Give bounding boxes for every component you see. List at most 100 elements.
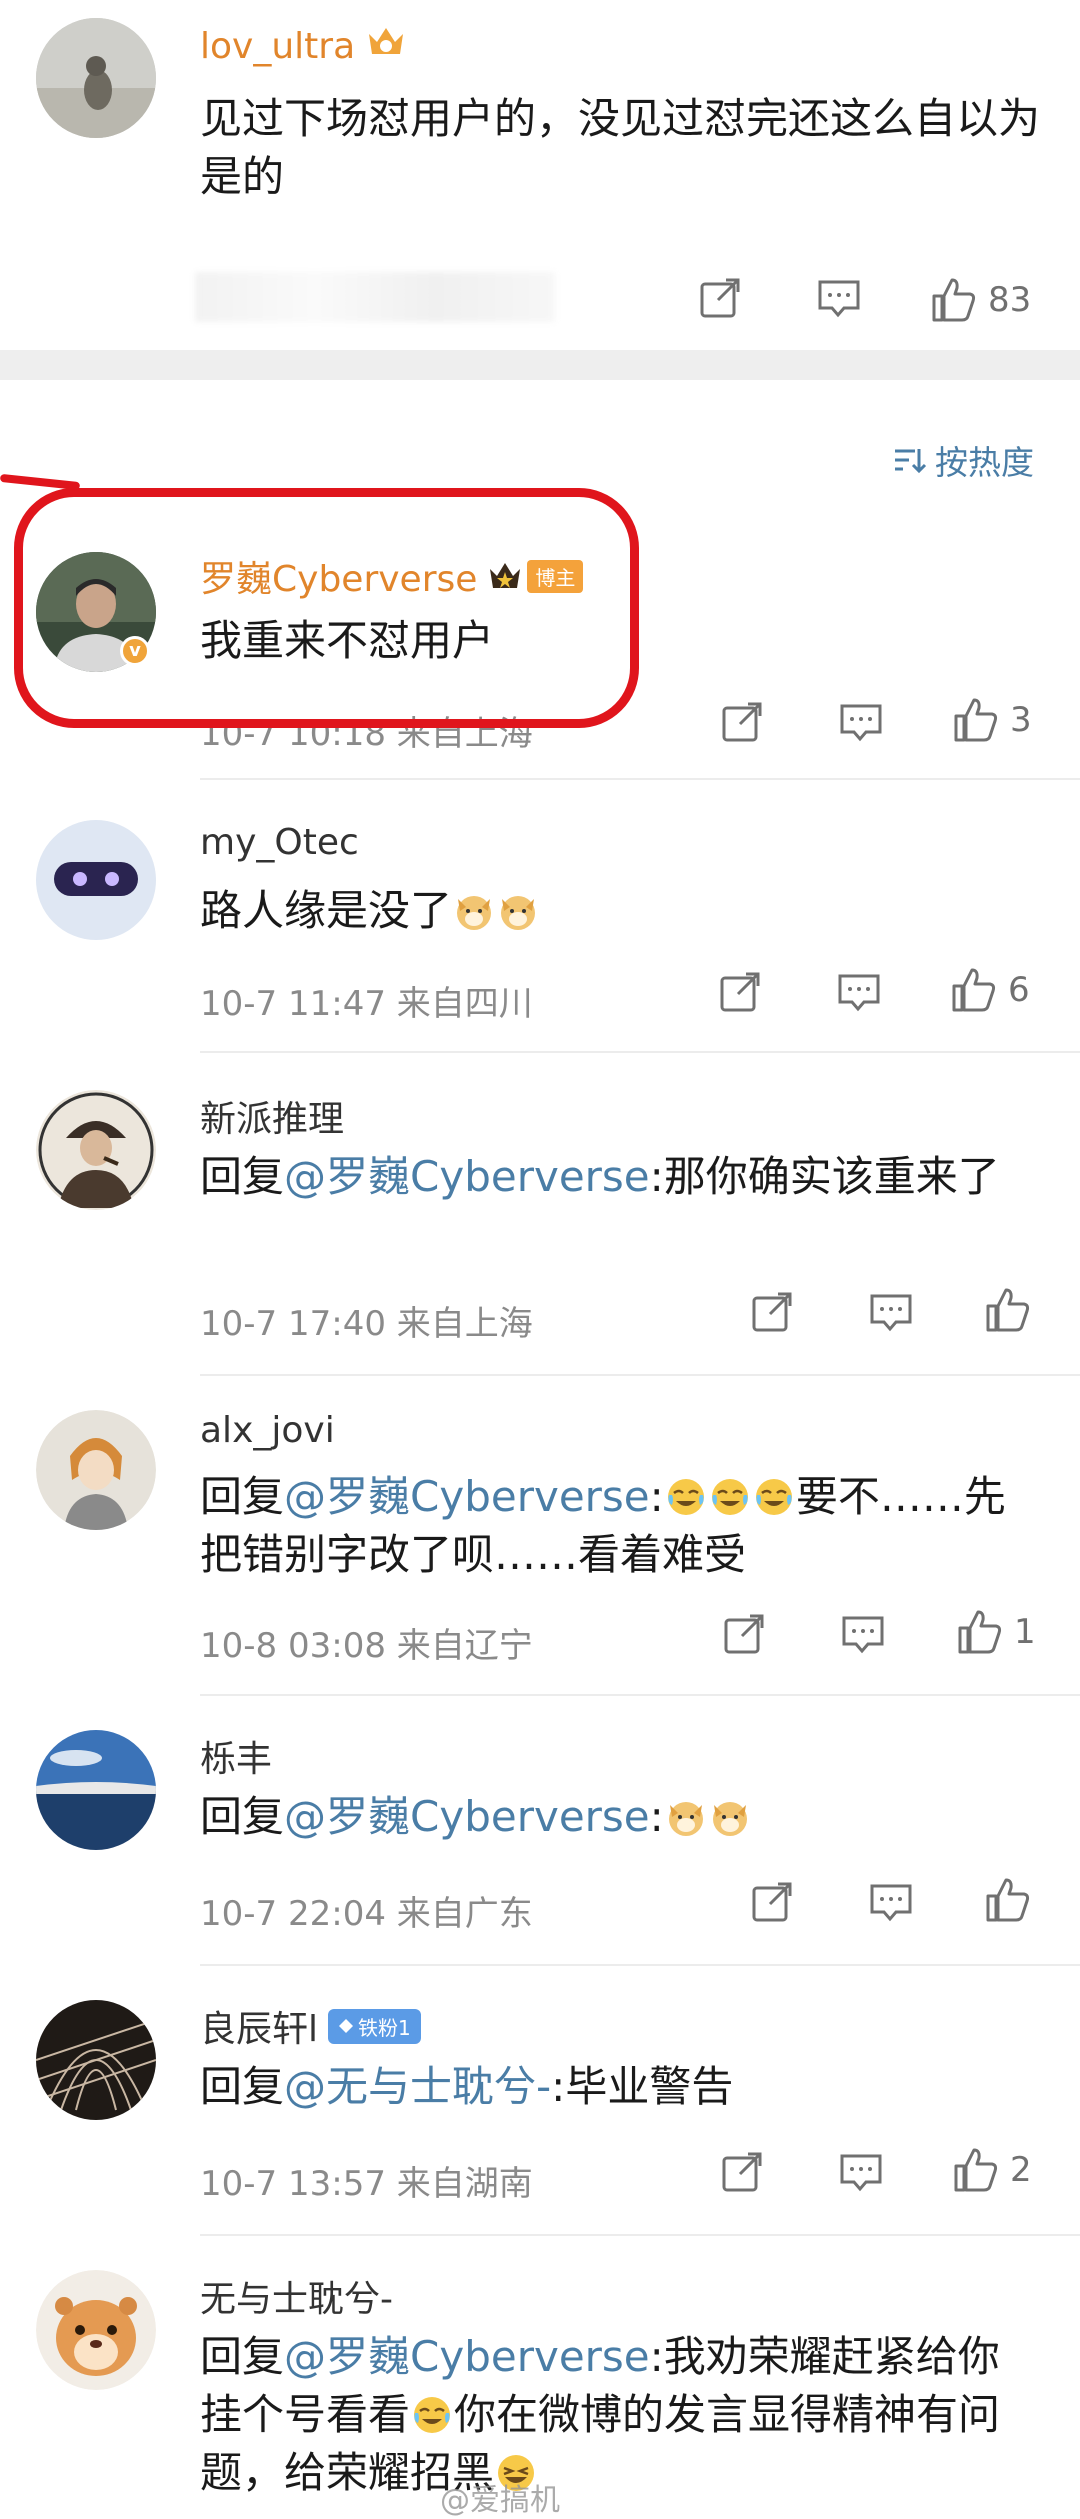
mention-link[interactable]: @罗巍Cyberverse <box>284 1152 650 1201</box>
share-icon <box>752 1882 792 1922</box>
doge-emoji-icon <box>708 1795 752 1839</box>
comment-meta: 10-7 22:04 来自广东 <box>200 1894 533 1934</box>
section-divider <box>0 350 1080 380</box>
comment-item: 栎丰 回复@罗巍Cyberverse: 10-7 22:04 来自广东 <box>0 1716 1080 1966</box>
blurred-region <box>195 272 555 322</box>
like-button[interactable] <box>984 1286 1032 1334</box>
mention-link[interactable]: @罗巍Cyberverse <box>284 1472 650 1521</box>
thumb-up-icon <box>986 1878 1030 1922</box>
avatar[interactable] <box>36 820 156 940</box>
comment-button[interactable] <box>868 1290 914 1334</box>
avatar[interactable] <box>36 1090 156 1210</box>
share-icon <box>722 2152 762 2192</box>
like-count: 6 <box>1008 970 1030 1010</box>
divider <box>200 2234 1080 2236</box>
doge-emoji-icon <box>452 889 496 933</box>
thumb-up-icon <box>932 278 976 322</box>
username[interactable]: 栎丰 <box>200 1730 272 1782</box>
avatar[interactable] <box>36 1410 156 1530</box>
username[interactable]: my_Otec <box>200 822 359 863</box>
share-button[interactable] <box>750 1880 794 1924</box>
comment-text: 回复@无与士耽兮-:毕业警告 <box>200 2062 734 2111</box>
avatar[interactable] <box>36 2270 156 2390</box>
comment-icon <box>870 1884 912 1922</box>
crying-laughing-emoji-icon <box>410 2393 454 2437</box>
doge-emoji-icon <box>664 1795 708 1839</box>
avatar[interactable] <box>36 2000 156 2120</box>
thumb-up-icon <box>954 698 998 742</box>
avatar[interactable] <box>36 18 156 138</box>
username[interactable]: 良辰轩l 铁粉1 <box>200 2000 421 2052</box>
share-icon <box>752 1292 792 1332</box>
like-button[interactable]: 2 <box>952 2146 1032 2194</box>
like-count: 1 <box>1014 1612 1036 1652</box>
comment-button[interactable] <box>838 700 884 744</box>
crying-laughing-emoji-icon <box>708 1475 752 1519</box>
comment-item: 新派推理 回复@罗巍Cyberverse:那你确实该重来了 10-7 17:40… <box>0 1076 1080 1376</box>
share-button[interactable] <box>750 1290 794 1334</box>
sort-by-hot-button[interactable]: 按热度 <box>893 436 1034 484</box>
share-button[interactable] <box>718 970 762 1014</box>
comment-icon <box>818 280 860 318</box>
share-icon <box>722 702 762 742</box>
divider <box>200 1964 1080 1966</box>
share-button[interactable] <box>698 276 742 320</box>
comment-icon <box>842 1616 884 1654</box>
like-count: 83 <box>988 280 1032 320</box>
comment-text: 回复@罗巍Cyberverse: <box>200 1788 1040 1846</box>
like-button[interactable]: 1 <box>956 1608 1036 1656</box>
thumb-up-icon <box>986 1288 1030 1332</box>
username[interactable]: 无与士耽兮- <box>200 2270 393 2322</box>
comment-button[interactable] <box>840 1612 886 1656</box>
comment-text: 回复@罗巍Cyberverse:我劝荣耀赶紧给你挂个号看看 你在微博的发言显得精神… <box>200 2332 1001 2497</box>
divider <box>200 1374 1080 1376</box>
thumb-up-icon <box>952 968 996 1012</box>
top-comment: lov_ultra 见过下场怼用户的，没见过怼完还这么自以为是的 83 <box>0 0 1080 350</box>
comment-icon <box>870 1294 912 1332</box>
comment-meta: 10-8 03:08 来自辽宁 <box>200 1626 533 1666</box>
diamond-icon <box>339 2019 354 2033</box>
red-highlight-circle <box>14 488 639 728</box>
mention-link[interactable]: @无与士耽兮- <box>284 2062 551 2111</box>
mention-link[interactable]: @罗巍Cyberverse <box>284 1792 650 1841</box>
comment-text: 路人缘是没了 <box>200 882 1040 940</box>
username[interactable]: lov_ultra <box>200 24 407 69</box>
avatar[interactable] <box>36 1730 156 1850</box>
share-button[interactable] <box>722 1612 766 1656</box>
comment-meta: 10-7 11:47 来自四川 <box>200 984 533 1024</box>
comment-text: 见过下场怼用户的，没见过怼完还这么自以为是的 <box>200 94 1041 201</box>
comment-icon <box>840 2154 882 2192</box>
divider <box>200 778 1080 780</box>
comment-meta: 10-7 17:40 来自上海 <box>200 1304 533 1344</box>
divider <box>200 1051 1080 1053</box>
comment-button[interactable] <box>868 1880 914 1924</box>
watermark: @爱搞机 <box>440 2483 560 2518</box>
comment-item: my_Otec 路人缘是没了 10-7 11:47 来自四川 6 <box>0 808 1080 1053</box>
username[interactable]: alx_jovi <box>200 1410 335 1451</box>
like-button[interactable]: 6 <box>950 966 1030 1014</box>
thumb-up-icon <box>958 1610 1002 1654</box>
comment-icon <box>840 704 882 742</box>
share-icon <box>720 972 760 1012</box>
comment-text: 回复@罗巍Cyberverse: 要不……先把错别字改了呗……看着难受 <box>200 1472 1006 1579</box>
comment-icon <box>838 974 880 1012</box>
share-button[interactable] <box>720 2150 764 2194</box>
comment-button[interactable] <box>838 2150 884 2194</box>
like-button[interactable] <box>984 1876 1032 1924</box>
username[interactable]: 新派推理 <box>200 1090 344 1142</box>
share-button[interactable] <box>720 700 764 744</box>
comment-button[interactable] <box>836 970 882 1014</box>
crown-badge-icon <box>365 24 407 69</box>
comment-item: 良辰轩l 铁粉1 回复@无与士耽兮-:毕业警告 10-7 13:57 来自湖南 … <box>0 1986 1080 2236</box>
like-count: 2 <box>1010 2150 1032 2190</box>
share-icon <box>700 278 740 318</box>
sort-icon <box>895 449 927 474</box>
comment-button[interactable] <box>816 276 862 320</box>
like-count: 3 <box>1010 700 1032 740</box>
comment-meta: 10-7 13:57 来自湖南 <box>200 2164 533 2204</box>
crying-laughing-emoji-icon <box>752 1475 796 1519</box>
like-button[interactable]: 83 <box>930 276 1031 324</box>
crying-laughing-emoji-icon <box>664 1475 708 1519</box>
mention-link[interactable]: @罗巍Cyberverse <box>284 2332 650 2381</box>
like-button[interactable]: 3 <box>952 696 1032 744</box>
